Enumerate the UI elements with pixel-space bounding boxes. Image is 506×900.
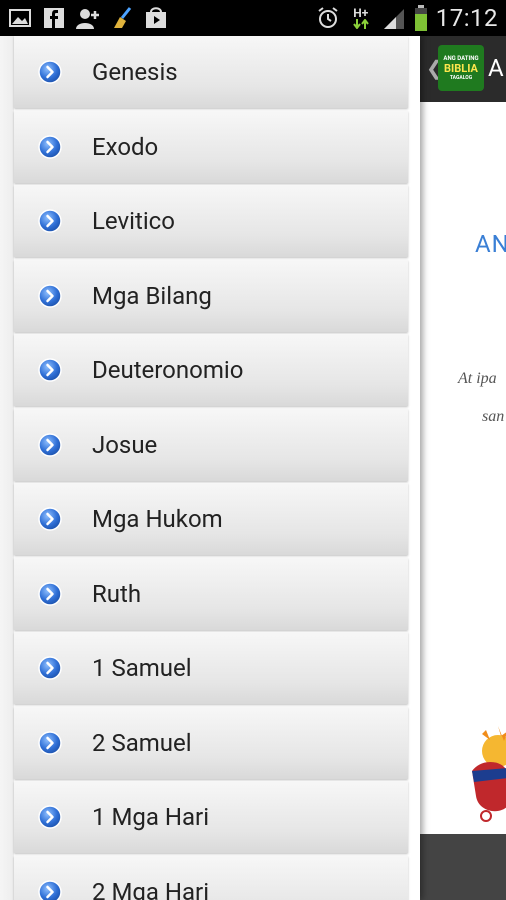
chevron-right-circle-icon bbox=[38, 656, 62, 680]
drawer-item[interactable]: Deuteronomio bbox=[14, 334, 408, 406]
chevron-right-circle-icon bbox=[38, 730, 62, 755]
signal-icon bbox=[382, 6, 406, 30]
drawer-item-label: Mga Bilang bbox=[92, 281, 212, 310]
navigation-drawer[interactable]: Genesis Exodo Levitico Mga Bilang Deuter… bbox=[0, 36, 420, 900]
drawer-item-label: Ruth bbox=[92, 579, 142, 608]
chevron-right-circle-icon bbox=[38, 581, 62, 606]
background-action-bar[interactable]: ❮ ANG DATING BIBLIA TAGALOG A bbox=[420, 36, 506, 102]
chevron-right-circle-icon bbox=[38, 879, 62, 900]
drawer-item-label: Levitico bbox=[92, 207, 175, 235]
broom-icon bbox=[110, 6, 134, 30]
network-type-label: H+ bbox=[353, 6, 369, 20]
drawer-item-label: Genesis bbox=[92, 58, 178, 86]
background-heading: AN bbox=[475, 230, 506, 258]
drawer-item[interactable]: Ruth bbox=[14, 557, 408, 630]
app-logo: ANG DATING BIBLIA TAGALOG bbox=[438, 45, 484, 91]
status-bar: H+ 17:12 bbox=[0, 0, 506, 36]
drawer-item-label: Mga Hukom bbox=[92, 505, 223, 533]
drawer-item[interactable]: Levitico bbox=[14, 185, 408, 257]
shopping-bag-icon bbox=[144, 6, 168, 30]
drawer-item-label: Exodo bbox=[92, 132, 159, 161]
drawer-item[interactable]: Genesis bbox=[14, 36, 408, 108]
background-title: A bbox=[488, 54, 504, 82]
chevron-right-circle-icon bbox=[38, 358, 62, 382]
chevron-right-circle-icon bbox=[38, 432, 62, 457]
chevron-right-circle-icon bbox=[38, 209, 62, 233]
drawer-item[interactable]: Mga Hukom bbox=[14, 483, 408, 555]
background-app: ❮ ANG DATING BIBLIA TAGALOG A AN At ipa … bbox=[420, 36, 506, 900]
drawer-item[interactable]: 1 Mga Hari bbox=[14, 781, 408, 853]
book-list: Genesis Exodo Levitico Mga Bilang Deuter… bbox=[14, 36, 408, 900]
drawer-item[interactable]: Exodo bbox=[14, 110, 408, 183]
chevron-right-circle-icon bbox=[38, 507, 62, 531]
chevron-right-circle-icon bbox=[38, 283, 62, 308]
image-icon bbox=[8, 6, 32, 30]
drawer-item-label: 2 Samuel bbox=[92, 728, 192, 757]
drawer-item[interactable]: Josue bbox=[14, 408, 408, 481]
alarm-icon bbox=[316, 6, 340, 30]
background-text-line-2: san bbox=[482, 408, 505, 425]
background-text-line-1: At ipa bbox=[458, 370, 497, 387]
battery-icon bbox=[414, 5, 428, 31]
data-arrows-icon: H+ bbox=[348, 6, 374, 30]
facebook-icon bbox=[42, 6, 66, 30]
drawer-item[interactable]: 2 Mga Hari bbox=[14, 855, 408, 900]
drawer-item-label: 2 Mga Hari bbox=[92, 877, 210, 900]
drawer-item-label: Josue bbox=[92, 430, 158, 459]
chevron-right-circle-icon bbox=[38, 60, 62, 84]
drawer-item[interactable]: Mga Bilang bbox=[14, 259, 408, 332]
drawer-item-label: 1 Samuel bbox=[92, 654, 192, 682]
logo-line-2: BIBLIA bbox=[444, 62, 478, 75]
clock: 17:12 bbox=[435, 4, 498, 32]
drawer-item[interactable]: 1 Samuel bbox=[14, 632, 408, 704]
logo-line-1: ANG DATING bbox=[443, 55, 479, 62]
background-footer bbox=[420, 834, 506, 900]
drawer-item-label: 1 Mga Hari bbox=[92, 803, 210, 831]
logo-line-3: TAGALOG bbox=[449, 75, 473, 81]
drawer-item-label: Deuteronomio bbox=[92, 356, 244, 384]
drawer-item[interactable]: 2 Samuel bbox=[14, 706, 408, 779]
emblem-icon bbox=[472, 726, 506, 822]
chevron-right-circle-icon bbox=[38, 134, 62, 159]
add-contact-icon bbox=[76, 6, 100, 30]
chevron-right-circle-icon bbox=[38, 805, 62, 829]
